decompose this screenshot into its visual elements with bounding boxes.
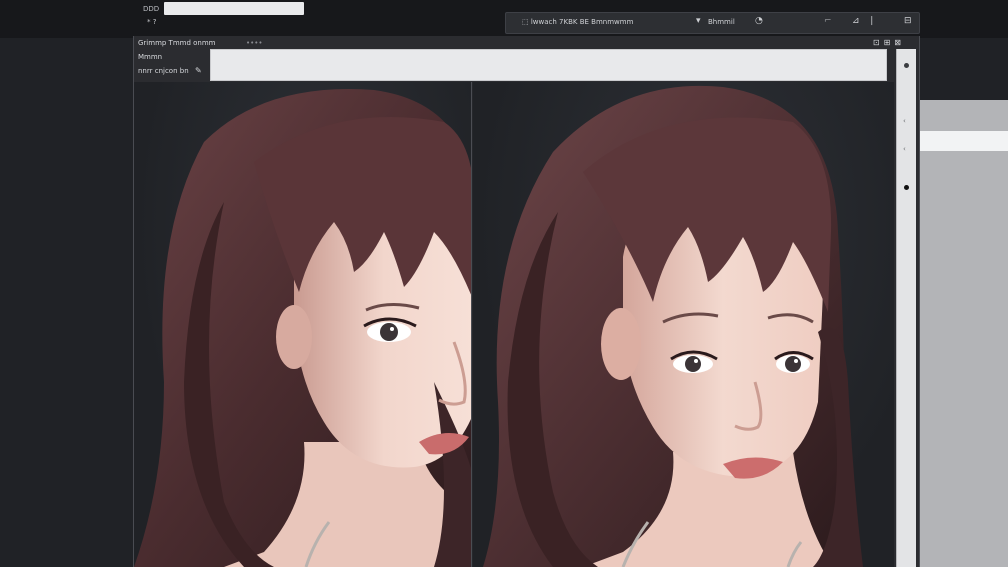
right-image-panel[interactable] — [473, 82, 894, 567]
image-canvas — [134, 82, 894, 567]
side-panel-input[interactable] — [920, 131, 1008, 151]
toolbar-model-select[interactable]: ⬚ lwwach 7KBK BE Bmnmwmm — [522, 18, 633, 26]
prompt-label: Mmmn — [138, 53, 163, 61]
generator-window: Grimmp Tmmd onmm •••• ⊡⊞⊠ Mmmn nnrr cnjc… — [133, 36, 920, 567]
top-search-input[interactable] — [164, 2, 304, 15]
portrait-image — [483, 85, 863, 567]
top-bar: DDD * ? ⬚ lwwach 7KBK BE Bmnmwmm ▾ Bhmmi… — [0, 0, 1008, 38]
top-sub-label: * ? — [147, 18, 157, 26]
scrollbar[interactable]: ‹ ‹ — [896, 49, 916, 567]
scroll-thumb-icon[interactable] — [904, 185, 909, 190]
window-title: Grimmp Tmmd onmm — [138, 39, 216, 47]
chevron-down-icon[interactable]: ▾ — [696, 17, 701, 26]
toolbar-setting-button[interactable]: Bhmmil — [708, 18, 735, 26]
window-close-icon[interactable]: ⊟ — [904, 17, 912, 26]
app-screen: DDD * ? ⬚ lwwach 7KBK BE Bmnmwmm ▾ Bhmmi… — [0, 0, 1008, 567]
window-title-extra: •••• — [246, 39, 263, 47]
side-panel — [920, 100, 1008, 567]
left-image-panel[interactable] — [134, 82, 472, 567]
help-icon[interactable]: ◔ — [755, 17, 763, 26]
top-left-label: DDD — [143, 5, 160, 13]
edit-icon[interactable]: ✎ — [195, 66, 202, 75]
portrait-image — [134, 89, 471, 567]
chevron-left-icon[interactable]: ‹ — [903, 145, 906, 153]
scroll-top-dot-icon[interactable] — [904, 63, 909, 68]
window-minimize-icon[interactable]: ⌐ — [824, 17, 832, 26]
window-restore-icon[interactable]: ⊿ — [852, 17, 860, 26]
window-controls[interactable]: ⊡⊞⊠ — [873, 38, 905, 47]
negative-prompt-label: nnrr cnjcon bn — [138, 67, 189, 75]
window-bars-icon[interactable]: ❘ — [868, 17, 876, 26]
toolbar: ⬚ lwwach 7KBK BE Bmnmwmm ▾ Bhmmil ◔ ⌐ ⊿ … — [505, 12, 920, 34]
prompt-input[interactable] — [210, 49, 887, 81]
chevron-left-icon[interactable]: ‹ — [903, 117, 906, 125]
